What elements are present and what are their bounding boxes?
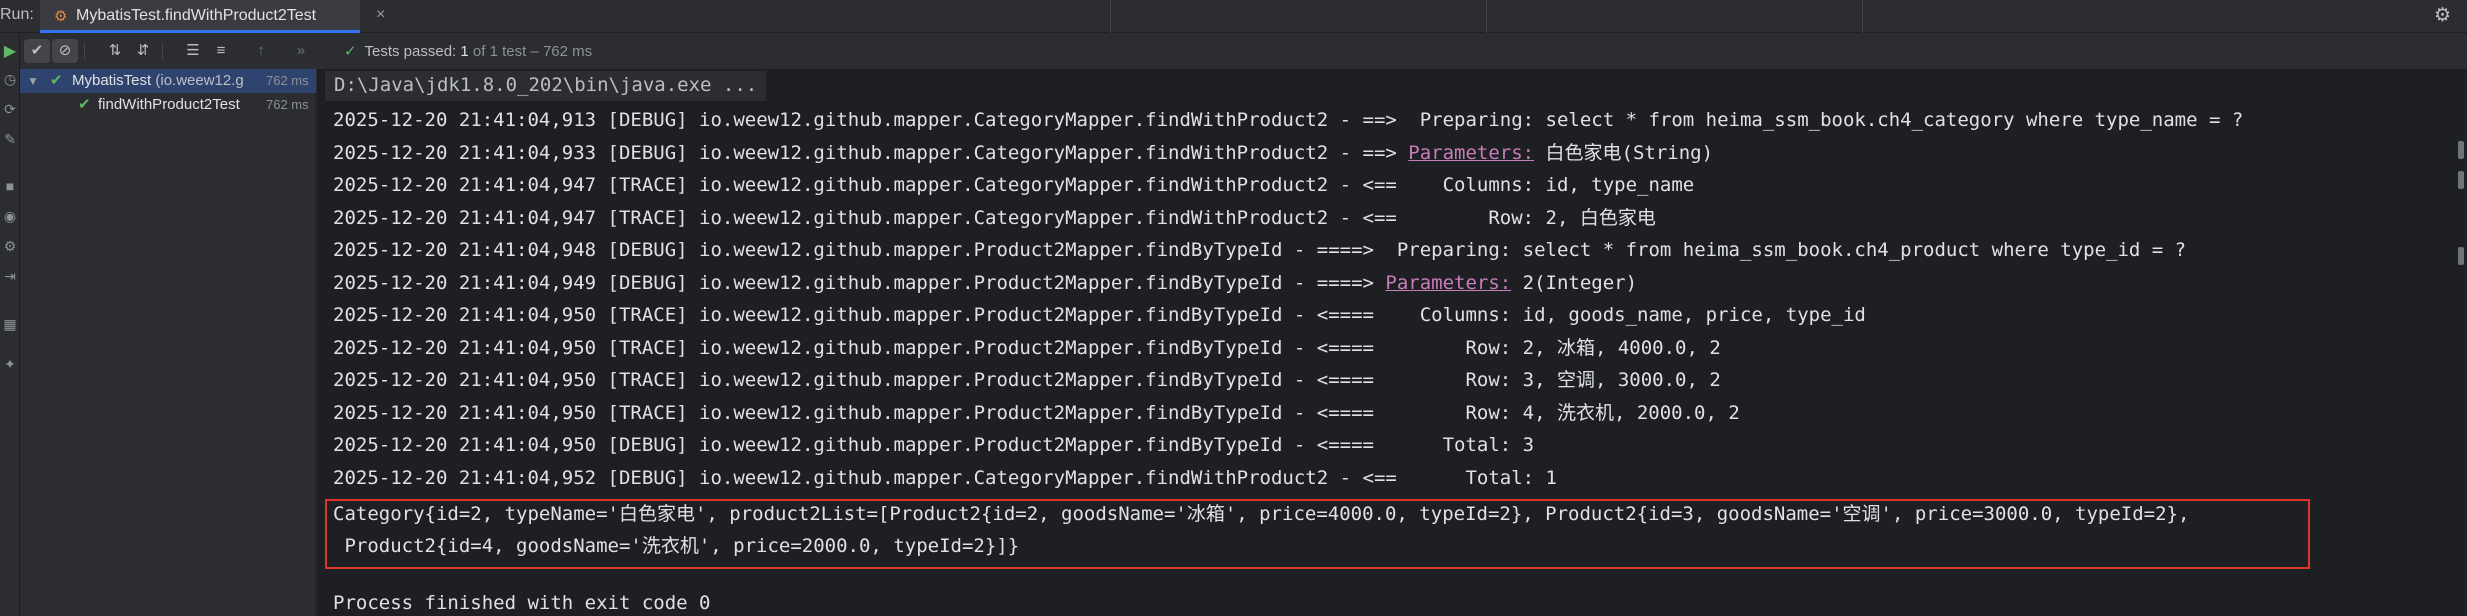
exit-status-line: Process finished with exit code 0: [333, 592, 711, 614]
tab-title: MybatisTest.findWithProduct2Test: [76, 7, 317, 24]
previous-failed-icon[interactable]: ↑: [248, 39, 274, 63]
more-icon[interactable]: »: [288, 39, 314, 63]
log-line: 2025-12-20 21:41:04,950 [DEBUG] io.weew1…: [333, 434, 1535, 456]
restart-icon[interactable]: ⟳: [0, 101, 20, 118]
camera-icon[interactable]: ◉: [0, 208, 20, 225]
gear-icon[interactable]: ⚙: [2434, 4, 2451, 27]
check-icon: ✔: [78, 96, 91, 113]
parameters-link[interactable]: Parameters:: [1385, 272, 1511, 294]
test-tree: ▼ ✔ MybatisTest (io.weew12.g 762 ms ✔ fi…: [20, 69, 316, 616]
log-line: 2025-12-20 21:41:04,952 [DEBUG] io.weew1…: [333, 466, 1557, 489]
check-icon: ✔: [50, 72, 63, 89]
log-line: 2025-12-20 21:41:04,950 [TRACE] io.weew1…: [333, 369, 1721, 391]
status-prefix: Tests passed:: [364, 43, 457, 60]
log-line: 2025-12-20 21:41:04,947 [TRACE] io.weew1…: [333, 174, 1695, 196]
show-passed-toggle[interactable]: ✔: [24, 39, 50, 63]
divider: [1110, 0, 1111, 33]
test-runner-toolbar: ✔ ⊘ ⇅ ⇵ ☰ ≡ ↑ » ✓ Tests passed: 1 of 1 t…: [20, 33, 2467, 69]
rerun-icon[interactable]: ▶: [0, 41, 20, 61]
test-class-time: 762 ms: [266, 73, 309, 88]
tests-status: ✓ Tests passed: 1 of 1 test – 762 ms: [344, 42, 592, 60]
duration: – 762 ms: [530, 43, 593, 60]
log-line: 2025-12-20 21:41:04,933 [DEBUG] io.weew1…: [333, 141, 1714, 164]
status-suffix: of 1 test: [472, 43, 527, 60]
collapse-all-icon[interactable]: ≡: [208, 39, 234, 63]
divider: [1862, 0, 1863, 33]
log-line: 2025-12-20 21:41:04,949 [DEBUG] io.weew1…: [333, 271, 1638, 294]
run-tool-window-header: Run: ⚙ MybatisTest.findWithProduct2Test …: [0, 0, 2467, 33]
left-tool-strip: ▶ ◷ ⟳ ✎ ■ ◉ ⚙ ⇥ ▦ ✦: [0, 33, 20, 616]
scroll-marker[interactable]: [2458, 247, 2464, 265]
log-line: 2025-12-20 21:41:04,947 [TRACE] io.weew1…: [333, 206, 1656, 229]
debug-icon[interactable]: ◷: [0, 71, 20, 88]
passed-count: 1: [460, 43, 469, 60]
log-line: 2025-12-20 21:41:04,950 [TRACE] io.weew1…: [333, 304, 1866, 326]
sort-duration-icon[interactable]: ⇵: [130, 39, 156, 63]
expand-all-icon[interactable]: ☰: [180, 39, 206, 63]
log-line: 2025-12-20 21:41:04,950 [TRACE] io.weew1…: [333, 401, 1740, 424]
stop-icon[interactable]: ■: [0, 178, 20, 194]
check-icon: ✓: [344, 43, 357, 60]
log-line: 2025-12-20 21:41:04,948 [DEBUG] io.weew1…: [333, 239, 2187, 261]
test-class-name: MybatisTest (io.weew12.g: [72, 72, 244, 89]
console-output[interactable]: D:\Java\jdk1.8.0_202\bin\java.exe ... 20…: [317, 69, 2467, 616]
chevron-down-icon[interactable]: ▼: [27, 69, 39, 93]
command-line[interactable]: D:\Java\jdk1.8.0_202\bin\java.exe ...: [325, 71, 767, 101]
show-ignored-toggle[interactable]: ⊘: [52, 39, 78, 63]
wrench-icon[interactable]: ✎: [0, 131, 20, 148]
pin-icon[interactable]: ✦: [0, 356, 20, 373]
result-line: Product2{id=4, goodsName='洗衣机', price=20…: [333, 535, 1020, 557]
divider: [84, 42, 85, 60]
sort-alphabetically-icon[interactable]: ⇅: [102, 39, 128, 63]
test-method-name: findWithProduct2Test: [98, 96, 240, 113]
parameters-link[interactable]: Parameters:: [1408, 142, 1534, 164]
tree-item-test-class[interactable]: ▼ ✔ MybatisTest (io.weew12.g 762 ms: [20, 69, 316, 93]
divider: [162, 42, 163, 60]
scroll-marker[interactable]: [2458, 171, 2464, 189]
divider: [1486, 0, 1487, 33]
layout-icon[interactable]: ▦: [0, 316, 20, 333]
settings-icon[interactable]: ⚙: [0, 238, 20, 255]
tab-run-configuration[interactable]: ⚙ MybatisTest.findWithProduct2Test ×: [40, 0, 385, 33]
log-line: 2025-12-20 21:41:04,913 [DEBUG] io.weew1…: [333, 109, 2244, 131]
test-class-icon: ⚙: [54, 8, 68, 25]
test-method-time: 762 ms: [266, 97, 309, 112]
run-label: Run:: [0, 6, 34, 23]
scroll-marker[interactable]: [2458, 141, 2464, 159]
close-icon[interactable]: ×: [376, 6, 385, 24]
result-line: Category{id=2, typeName='白色家电', product2…: [333, 503, 2190, 525]
tree-item-test-method[interactable]: ✔ findWithProduct2Test 762 ms: [20, 93, 316, 117]
log-line: 2025-12-20 21:41:04,950 [TRACE] io.weew1…: [333, 336, 1721, 359]
exit-icon[interactable]: ⇥: [0, 268, 20, 285]
